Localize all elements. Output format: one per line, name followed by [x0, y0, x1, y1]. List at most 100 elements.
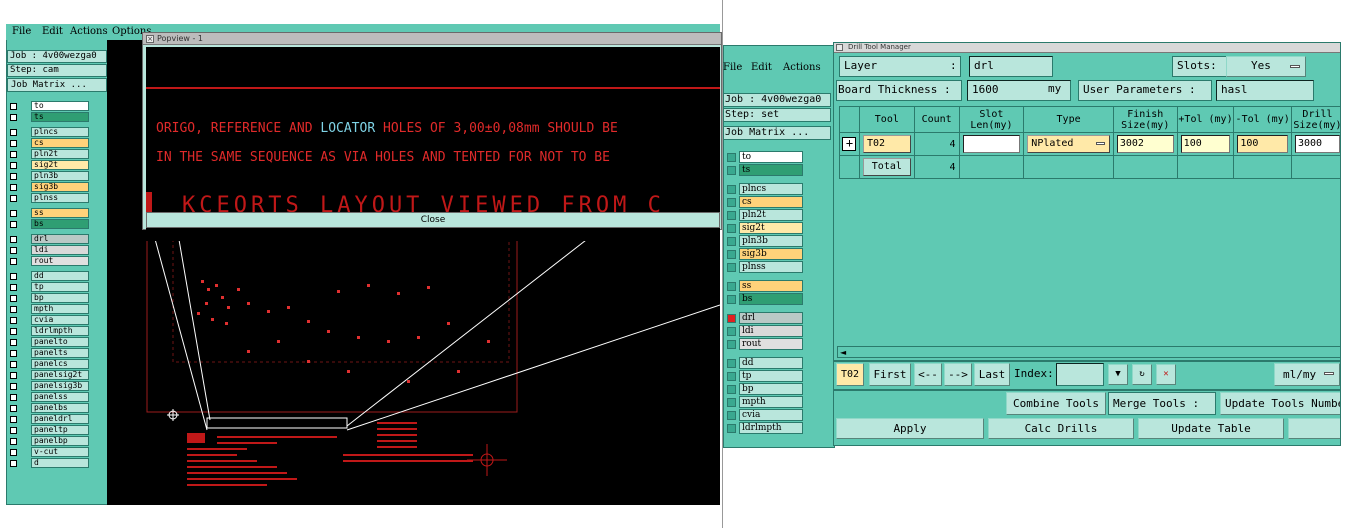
layer-name[interactable]: drl [31, 234, 89, 244]
layer-name[interactable]: panelts [31, 348, 89, 358]
layer-checkbox[interactable] [727, 385, 736, 394]
scroll-left-icon[interactable]: ◄ [840, 348, 846, 357]
layer-checkbox[interactable] [727, 314, 736, 323]
prev-button[interactable]: <-- [914, 363, 942, 386]
plus-tol-cell[interactable]: 100 [1176, 132, 1235, 156]
layer-checkbox[interactable] [10, 162, 17, 169]
layer-name[interactable]: v-cut [31, 447, 89, 457]
layer-name[interactable]: cs [739, 196, 803, 208]
layer-row-rout[interactable]: rout [723, 338, 805, 351]
layer-name[interactable]: panelbp [31, 436, 89, 446]
layer-row-cvia[interactable]: cvia [7, 315, 89, 326]
layer-name[interactable]: sig3b [31, 182, 89, 192]
layer-checkbox[interactable] [10, 460, 17, 467]
menu-actions[interactable]: Actions [70, 26, 108, 37]
layer-name[interactable]: pln3b [739, 235, 803, 247]
layer-name[interactable]: mpth [31, 304, 89, 314]
layer-checkbox[interactable] [10, 328, 17, 335]
layer-checkbox[interactable] [10, 258, 17, 265]
slot-len-cell[interactable] [958, 132, 1025, 156]
layer-name[interactable]: plnss [739, 261, 803, 273]
layer-row-pln2t[interactable]: pln2t [723, 209, 805, 222]
delete-icon[interactable]: ✕ [1156, 364, 1176, 385]
job-matrix-button[interactable]: Job Matrix ... [7, 78, 107, 92]
layer-row-to[interactable]: to [723, 151, 805, 164]
layer-name[interactable]: ss [31, 208, 89, 218]
layer-row-ts[interactable]: ts [723, 164, 805, 177]
table-horizontal-scrollbar[interactable]: ◄ [837, 346, 1340, 358]
layer-checkbox[interactable] [727, 295, 736, 304]
layer-checkbox[interactable] [727, 211, 736, 220]
layer-name[interactable]: ss [739, 280, 803, 292]
layer-row-panelbs[interactable]: panelbs [7, 403, 89, 414]
layer-name[interactable]: pln2t [739, 209, 803, 221]
layer-name[interactable]: panelsig2t [31, 370, 89, 380]
layer-row-plnss[interactable]: plnss [7, 193, 89, 204]
layer-row-ldi[interactable]: ldi [723, 325, 805, 338]
plus-tol-input[interactable]: 100 [1180, 135, 1231, 153]
layer-checkbox[interactable] [10, 361, 17, 368]
job-matrix-button[interactable]: Job Matrix ... [723, 126, 831, 140]
layer-row-d[interactable]: d [7, 458, 89, 469]
layer-name[interactable]: panelcs [31, 359, 89, 369]
layer-name[interactable]: tp [31, 282, 89, 292]
layer-row-ldrlmpth[interactable]: ldrlmpth [7, 326, 89, 337]
update-tools-numbers-button[interactable]: Update Tools Numbers [1220, 392, 1340, 415]
layer-row-plnss[interactable]: plnss [723, 261, 805, 274]
layer-row-tp[interactable]: tp [723, 370, 805, 383]
layer-name[interactable]: drl [739, 312, 803, 324]
layer-name[interactable]: plncs [31, 127, 89, 137]
layer-name[interactable]: dd [31, 271, 89, 281]
drill-size-input[interactable]: 3000 [1294, 135, 1340, 153]
layer-row-panelto[interactable]: panelto [7, 337, 89, 348]
layer-name[interactable]: cvia [31, 315, 89, 325]
apply-button[interactable]: Apply [836, 418, 984, 439]
tool-button[interactable]: T02 [862, 135, 911, 153]
layer-checkbox[interactable] [727, 424, 736, 433]
layer-row-sig2t[interactable]: sig2t [723, 222, 805, 235]
layer-checkbox[interactable] [10, 317, 17, 324]
layer-row-panelcs[interactable]: panelcs [7, 359, 89, 370]
slots-option-menu[interactable]: Yes [1226, 56, 1306, 77]
layer-name[interactable]: plnss [31, 193, 89, 203]
layer-row-pln2t[interactable]: pln2t [7, 149, 89, 160]
layer-row-sig3b[interactable]: sig3b [723, 248, 805, 261]
layer-checkbox[interactable] [727, 224, 736, 233]
layer-checkbox[interactable] [10, 273, 17, 280]
layer-row-drl[interactable]: drl [7, 234, 89, 245]
layer-row-cs[interactable]: cs [7, 138, 89, 149]
layer-checkbox[interactable] [10, 236, 17, 243]
layer-name[interactable]: ts [31, 112, 89, 122]
layer-row-sig3b[interactable]: sig3b [7, 182, 89, 193]
layer-row-pln3b[interactable]: pln3b [7, 171, 89, 182]
layer-row-panelss[interactable]: panelss [7, 392, 89, 403]
layer-row-panelbp[interactable]: panelbp [7, 436, 89, 447]
menu-actions[interactable]: Actions [783, 62, 821, 73]
layer-checkbox[interactable] [10, 416, 17, 423]
row-select-cell[interactable]: + [839, 132, 860, 156]
layer-checkbox[interactable] [10, 140, 17, 147]
layer-name[interactable]: ldrlmpth [31, 326, 89, 336]
dtm-close-icon[interactable] [836, 44, 843, 51]
type-option-menu[interactable]: NPlated [1027, 135, 1110, 153]
layer-checkbox[interactable] [10, 350, 17, 357]
layer-checkbox[interactable] [10, 210, 17, 217]
layer-checkbox[interactable] [10, 405, 17, 412]
layer-checkbox[interactable] [10, 103, 17, 110]
menu-edit[interactable]: Edit [42, 26, 63, 37]
layer-checkbox[interactable] [10, 295, 17, 302]
layer-name[interactable]: ts [739, 164, 803, 176]
layer-row-bs[interactable]: bs [723, 293, 805, 306]
index-input[interactable] [1056, 363, 1104, 386]
layer-name[interactable]: panelsig3b [31, 381, 89, 391]
refresh-icon[interactable]: ↻ [1132, 364, 1152, 385]
layer-checkbox[interactable] [727, 282, 736, 291]
menu-file[interactable]: File [12, 26, 31, 37]
layer-name[interactable]: pln3b [31, 171, 89, 181]
user-parameters-input[interactable]: hasl [1216, 80, 1314, 101]
layer-row-sig2t[interactable]: sig2t [7, 160, 89, 171]
layer-name[interactable]: to [31, 101, 89, 111]
layer-checkbox[interactable] [727, 237, 736, 246]
layer-checkbox[interactable] [727, 198, 736, 207]
popview-close-button[interactable]: Close [146, 212, 720, 228]
